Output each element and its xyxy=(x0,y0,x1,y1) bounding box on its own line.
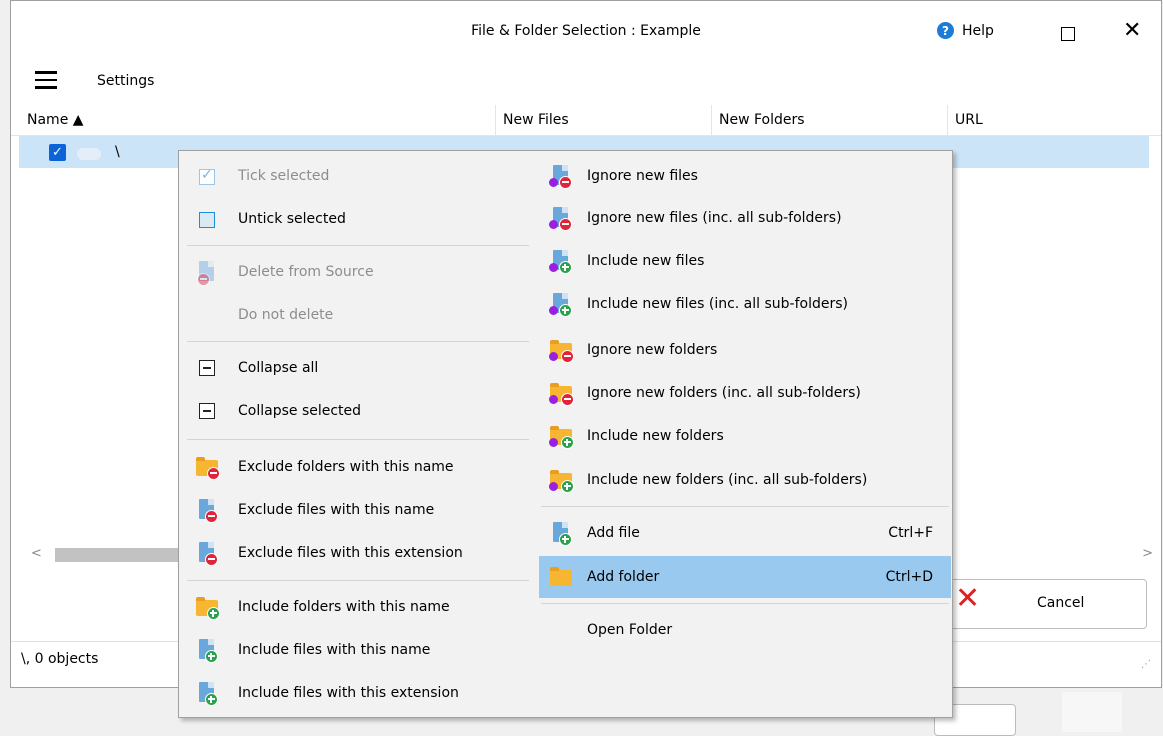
folder-ignore-icon xyxy=(549,381,574,406)
folder-include-new-icon xyxy=(549,468,574,493)
menu-item-collapse-all[interactable]: Collapse all xyxy=(185,351,530,385)
help-button[interactable]: ? Help xyxy=(937,22,994,39)
maximize-button[interactable] xyxy=(1061,27,1075,41)
menu-item-exclude-files-name[interactable]: Exclude files with this name xyxy=(185,493,530,527)
cancel-x-icon: ✕ xyxy=(955,581,981,616)
column-divider[interactable] xyxy=(947,105,948,135)
file-include-new-icon xyxy=(549,292,573,317)
file-include-new-icon xyxy=(549,249,573,274)
column-header-new-folders[interactable]: New Folders xyxy=(719,112,805,128)
menu-item-tick-selected[interactable]: Tick selected xyxy=(185,159,530,193)
shortcut-add-file: Ctrl+F xyxy=(888,525,933,541)
folder-include-new-icon xyxy=(549,424,574,449)
checkbox-checked-icon xyxy=(195,164,219,188)
folder-include-icon xyxy=(195,595,220,620)
menu-item-add-folder[interactable]: Add folder Ctrl+D xyxy=(539,556,951,598)
scroll-left-icon[interactable]: < xyxy=(31,546,42,561)
checkbox-unchecked-icon xyxy=(195,207,219,231)
collapse-icon xyxy=(195,399,219,423)
file-include-icon xyxy=(195,638,219,663)
file-ext-include-icon xyxy=(195,681,219,706)
menu-item-delete-from-source[interactable]: Delete from Source xyxy=(185,255,530,289)
column-header-new-files[interactable]: New Files xyxy=(503,112,569,128)
status-text: \, 0 objects xyxy=(21,651,99,667)
shortcut-add-folder: Ctrl+D xyxy=(885,569,933,585)
cloud-icon xyxy=(77,148,101,160)
menu-item-exclude-folders-name[interactable]: Exclude folders with this name xyxy=(185,450,530,484)
column-divider[interactable] xyxy=(711,105,712,135)
scroll-right-icon[interactable]: > xyxy=(1142,546,1153,561)
folder-ignore-icon xyxy=(549,338,574,363)
menu-item-ignore-new-files[interactable]: Ignore new files xyxy=(539,159,951,193)
column-header-url[interactable]: URL xyxy=(955,112,983,128)
collapse-icon xyxy=(195,356,219,380)
column-header-row: Name ▲ New Files New Folders URL xyxy=(11,105,1161,136)
settings-label[interactable]: Settings xyxy=(97,73,154,89)
row-name: \ xyxy=(115,144,120,160)
menu-separator xyxy=(541,603,949,604)
column-divider[interactable] xyxy=(495,105,496,135)
menu-item-include-files-name[interactable]: Include files with this name xyxy=(185,633,530,667)
menu-item-exclude-files-extension[interactable]: Exclude files with this extension xyxy=(185,536,530,570)
menu-item-untick-selected[interactable]: Untick selected xyxy=(185,202,530,236)
file-ignore-icon xyxy=(549,206,573,231)
add-file-icon xyxy=(549,521,573,546)
menu-item-include-new-folders[interactable]: Include new folders xyxy=(539,419,951,453)
menu-item-ignore-new-folders-sub[interactable]: Ignore new folders (inc. all sub-folders… xyxy=(539,376,951,410)
close-button[interactable]: ✕ xyxy=(1123,18,1141,43)
menu-item-ignore-new-folders[interactable]: Ignore new folders xyxy=(539,333,951,367)
help-icon: ? xyxy=(937,22,954,39)
background-panel xyxy=(1062,692,1122,732)
menu-separator xyxy=(541,506,949,507)
file-delete-icon xyxy=(195,260,219,286)
menu-item-include-new-files-sub[interactable]: Include new files (inc. all sub-folders) xyxy=(539,287,951,321)
menu-separator xyxy=(187,245,529,246)
menu-item-include-new-folders-sub[interactable]: Include new folders (inc. all sub-folder… xyxy=(539,463,951,497)
menu-item-include-files-extension[interactable]: Include files with this extension xyxy=(185,676,530,710)
menu-item-open-folder[interactable]: Open Folder xyxy=(539,613,951,647)
help-label: Help xyxy=(962,22,994,39)
cancel-button-label: Cancel xyxy=(1037,595,1085,611)
menu-item-do-not-delete[interactable]: Do not delete xyxy=(185,298,530,332)
menu-item-include-folders-name[interactable]: Include folders with this name xyxy=(185,590,530,624)
add-folder-icon xyxy=(549,565,573,589)
row-checkbox[interactable]: ✓ xyxy=(49,144,66,161)
menu-separator xyxy=(187,580,529,581)
hamburger-menu-icon[interactable] xyxy=(35,71,57,94)
menu-separator xyxy=(187,439,529,440)
menu-item-collapse-selected[interactable]: Collapse selected xyxy=(185,394,530,428)
column-header-name[interactable]: Name ▲ xyxy=(27,112,84,128)
resize-grip-icon[interactable]: ⋰ xyxy=(1141,659,1151,670)
menu-separator xyxy=(187,341,529,342)
menu-item-add-file[interactable]: Add file Ctrl+F xyxy=(539,516,951,550)
menu-item-include-new-files[interactable]: Include new files xyxy=(539,244,951,278)
file-ignore-icon xyxy=(549,164,573,189)
file-ext-exclude-icon xyxy=(195,541,219,566)
title-bar: File & Folder Selection : Example ? Help… xyxy=(11,1,1161,63)
menu-item-ignore-new-files-sub[interactable]: Ignore new files (inc. all sub-folders) xyxy=(539,201,951,235)
context-menu: Tick selected Untick selected Delete fro… xyxy=(178,150,953,718)
file-exclude-icon xyxy=(195,498,219,523)
folder-exclude-icon xyxy=(195,455,220,480)
